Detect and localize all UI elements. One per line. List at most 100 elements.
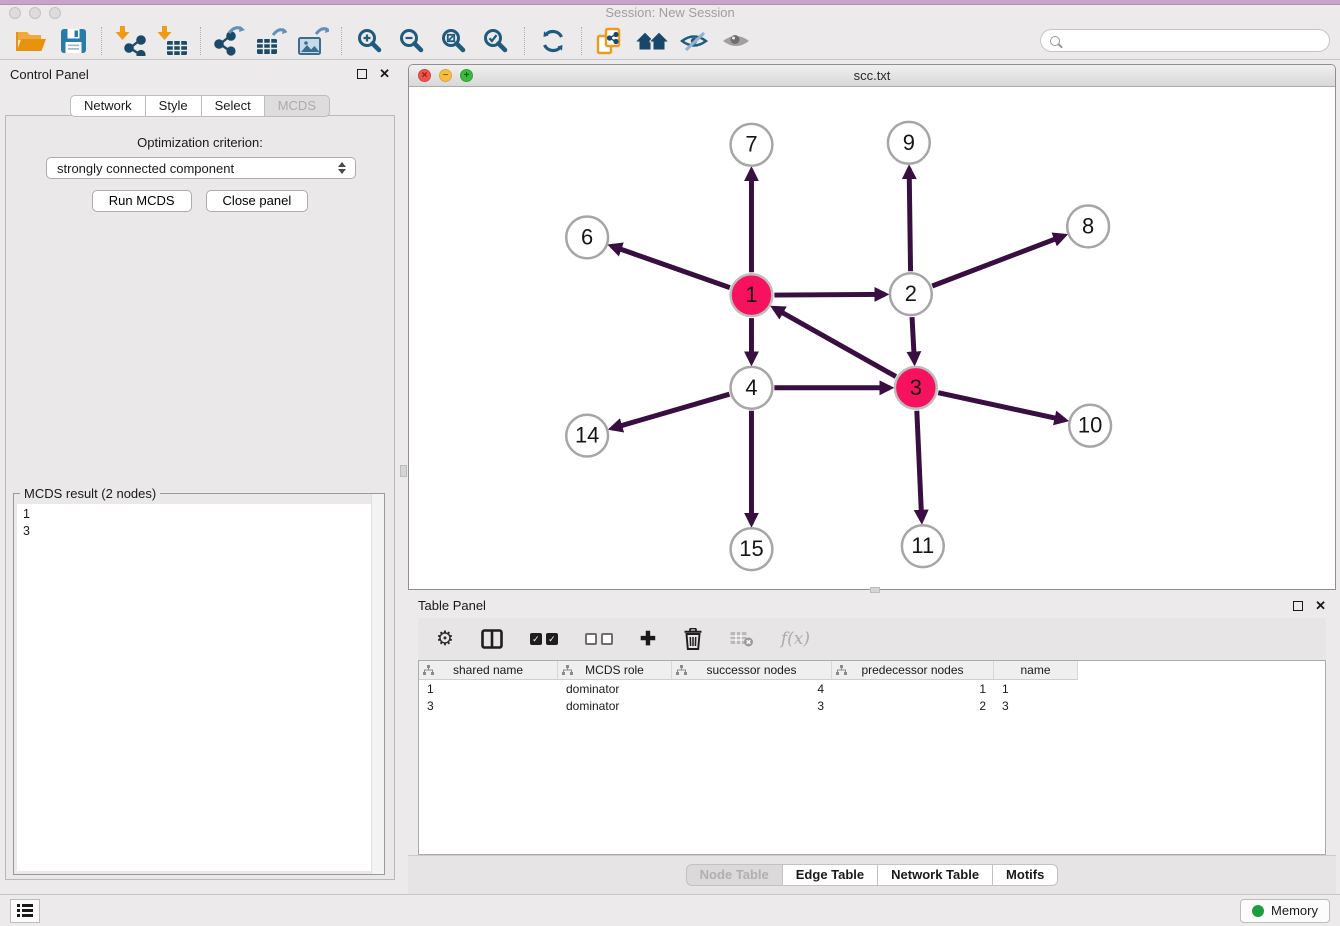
memory-button[interactable]: Memory bbox=[1240, 899, 1330, 923]
toolbar-separator bbox=[341, 27, 342, 55]
hide-annotation-button[interactable] bbox=[673, 25, 715, 57]
table-cell[interactable]: dominator bbox=[558, 699, 672, 713]
optimization-criterion-select[interactable]: strongly connected component bbox=[46, 157, 356, 179]
edge-3-10[interactable] bbox=[938, 393, 1065, 420]
node-10[interactable]: 10 bbox=[1069, 405, 1111, 447]
run-mcds-button[interactable]: Run MCDS bbox=[92, 190, 192, 212]
refresh-button[interactable] bbox=[532, 25, 574, 57]
node-6[interactable]: 6 bbox=[566, 216, 608, 258]
tab-node-table[interactable]: Node Table bbox=[686, 864, 783, 886]
save-session-button[interactable] bbox=[52, 25, 94, 57]
zoom-out-icon bbox=[399, 28, 425, 54]
close-panel-icon[interactable]: ✕ bbox=[379, 69, 390, 79]
table-row[interactable]: 3dominator323 bbox=[419, 697, 1325, 714]
table-row[interactable]: 1dominator411 bbox=[419, 680, 1325, 697]
zoom-out-button[interactable] bbox=[391, 25, 433, 57]
node-3[interactable]: 3 bbox=[895, 367, 937, 409]
export-table-button[interactable] bbox=[250, 25, 292, 57]
tab-style[interactable]: Style bbox=[145, 95, 202, 117]
table-cell[interactable]: 1 bbox=[419, 682, 558, 696]
edge-1-6[interactable] bbox=[612, 246, 730, 288]
float-panel-icon[interactable] bbox=[357, 69, 367, 79]
table-cell[interactable]: 3 bbox=[672, 699, 832, 713]
export-network-icon bbox=[213, 26, 245, 56]
table-cell[interactable]: 3 bbox=[419, 699, 558, 713]
node-label: 9 bbox=[903, 130, 915, 155]
edge-4-14[interactable] bbox=[612, 394, 729, 428]
tab-mcds[interactable]: MCDS bbox=[264, 95, 330, 117]
zoom-selected-button[interactable] bbox=[475, 25, 517, 57]
node-11[interactable]: 11 bbox=[902, 525, 944, 567]
node-9[interactable]: 9 bbox=[888, 122, 930, 164]
export-image-button[interactable] bbox=[292, 25, 334, 57]
node-2[interactable]: 2 bbox=[890, 273, 932, 315]
table-cell[interactable]: 1 bbox=[994, 682, 1078, 696]
clone-network-button[interactable] bbox=[589, 25, 631, 57]
table-cell[interactable]: 1 bbox=[832, 682, 994, 696]
tab-motifs[interactable]: Motifs bbox=[992, 864, 1058, 886]
tab-network[interactable]: Network bbox=[70, 95, 146, 117]
column-header-successor-nodes[interactable]: successor nodes bbox=[672, 661, 832, 680]
edge-1-2[interactable] bbox=[774, 294, 885, 295]
import-table-button[interactable] bbox=[151, 25, 193, 57]
import-network-button[interactable] bbox=[109, 25, 151, 57]
node-8[interactable]: 8 bbox=[1067, 206, 1109, 248]
network-close-icon[interactable]: × bbox=[418, 69, 431, 82]
network-minimize-icon[interactable]: − bbox=[439, 69, 452, 82]
home-views-button[interactable] bbox=[631, 25, 673, 57]
export-network-button[interactable] bbox=[208, 25, 250, 57]
export-table-icon bbox=[255, 26, 287, 56]
table-cell[interactable]: 4 bbox=[672, 682, 832, 696]
table-settings-button[interactable]: ⚙ bbox=[436, 629, 454, 649]
horizontal-splitter-handle[interactable] bbox=[870, 587, 880, 593]
edge-3-1[interactable] bbox=[774, 308, 896, 377]
node-4[interactable]: 4 bbox=[731, 367, 773, 409]
tab-select[interactable]: Select bbox=[201, 95, 265, 117]
close-table-panel-icon[interactable]: ✕ bbox=[1315, 601, 1326, 611]
node-14[interactable]: 14 bbox=[566, 415, 608, 457]
edge-3-11[interactable] bbox=[917, 411, 922, 521]
column-header-label: successor nodes bbox=[706, 663, 796, 677]
show-columns-button[interactable] bbox=[481, 629, 503, 649]
delete-table-button[interactable] bbox=[730, 631, 754, 648]
zoom-in-button[interactable] bbox=[349, 25, 391, 57]
toolbar-separator bbox=[581, 27, 582, 55]
delete-table-icon bbox=[730, 631, 754, 648]
deselect-all-button[interactable] bbox=[585, 633, 613, 645]
select-all-button[interactable]: ✓✓ bbox=[530, 633, 558, 645]
table-cell[interactable]: 3 bbox=[994, 699, 1078, 713]
column-header-predecessor-nodes[interactable]: predecessor nodes bbox=[832, 661, 994, 680]
double-home-icon bbox=[635, 29, 669, 53]
delete-rows-button[interactable] bbox=[683, 628, 703, 650]
edge-2-3[interactable] bbox=[912, 317, 914, 362]
node-7[interactable]: 7 bbox=[731, 124, 773, 166]
close-panel-button[interactable]: Close panel bbox=[206, 190, 309, 212]
column-header-mcds-role[interactable]: MCDS role bbox=[558, 661, 672, 680]
node-label: 4 bbox=[745, 375, 757, 400]
edge-2-9[interactable] bbox=[909, 169, 910, 272]
column-header-name[interactable]: name bbox=[994, 661, 1078, 680]
network-canvas[interactable]: 7 9 6 8 1 2 4 3 14 10 15 11 bbox=[409, 87, 1335, 589]
result-scrollbar[interactable] bbox=[371, 494, 384, 874]
node-15[interactable]: 15 bbox=[731, 528, 773, 570]
toolbar-search[interactable] bbox=[1040, 29, 1330, 52]
float-table-panel-icon[interactable] bbox=[1293, 601, 1303, 611]
search-input[interactable] bbox=[1067, 32, 1320, 49]
table-cell[interactable]: 2 bbox=[832, 699, 994, 713]
network-view-titlebar[interactable]: scc.txt × − + bbox=[409, 65, 1335, 87]
network-maximize-icon[interactable]: + bbox=[460, 69, 473, 82]
edge-2-8[interactable] bbox=[932, 236, 1064, 286]
dropdown-arrows-icon bbox=[338, 162, 355, 174]
tab-edge-table[interactable]: Edge Table bbox=[782, 864, 878, 886]
task-history-button[interactable] bbox=[10, 899, 40, 923]
tab-network-table[interactable]: Network Table bbox=[877, 864, 993, 886]
open-file-button[interactable] bbox=[10, 25, 52, 57]
table-cell[interactable]: dominator bbox=[558, 682, 672, 696]
node-1[interactable]: 1 bbox=[731, 274, 773, 316]
add-row-button[interactable]: ✚ bbox=[640, 630, 656, 649]
apply-function-button[interactable]: f(x) bbox=[781, 629, 810, 649]
export-image-icon bbox=[297, 26, 329, 56]
zoom-fit-button[interactable] bbox=[433, 25, 475, 57]
column-header-shared-name[interactable]: shared name bbox=[419, 661, 558, 680]
show-annotation-button[interactable] bbox=[715, 25, 757, 57]
